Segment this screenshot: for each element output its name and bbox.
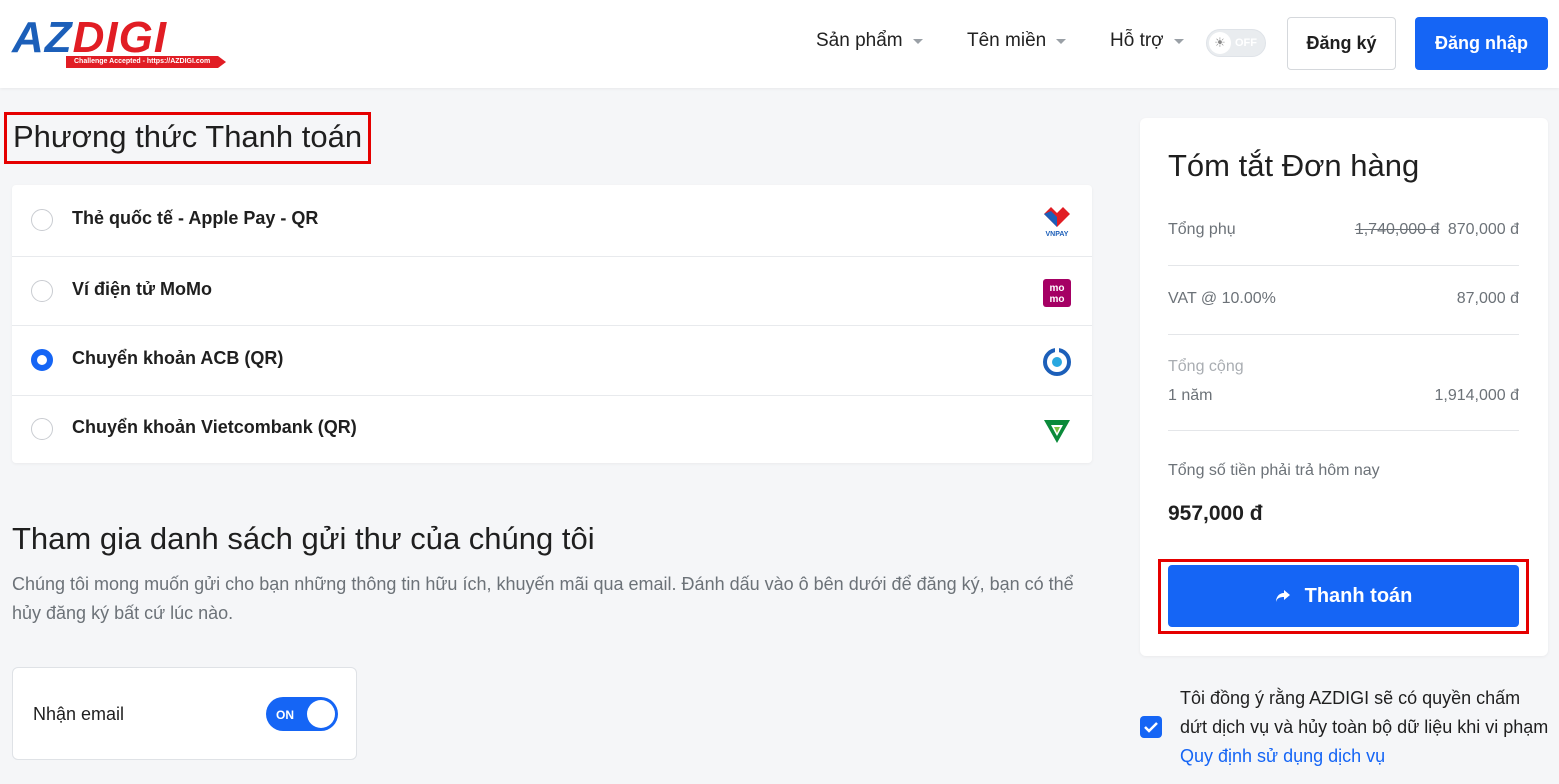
- total-label: Tổng cộng: [1168, 358, 1519, 376]
- order-summary-title: Tóm tắt Đơn hàng: [1168, 148, 1420, 183]
- mailing-list-description: Chúng tôi mong muốn gửi cho bạn những th…: [12, 574, 1074, 623]
- total-label-text: Tổng cộng: [1168, 358, 1244, 375]
- terms-text: Tôi đồng ý rằng AZDIGI sẽ có quyền chấm …: [1180, 688, 1549, 737]
- nav-products[interactable]: Sản phẩm: [816, 30, 923, 52]
- payment-option-acb[interactable]: Chuyển khoản ACB (QR): [12, 326, 1092, 396]
- share-arrow-icon: [1275, 590, 1290, 602]
- acb-icon: [1043, 348, 1071, 376]
- svg-text:mo: mo: [1050, 294, 1065, 305]
- switch-state-label: ON: [276, 708, 294, 722]
- switch-knob: [307, 700, 335, 728]
- billing-period-row: 1 năm 1,914,000 đ: [1168, 387, 1519, 405]
- radio-button[interactable]: [31, 418, 53, 440]
- vnpay-icon: VNPAY: [1044, 207, 1070, 238]
- due-today-amount: 957,000 đ: [1168, 502, 1263, 525]
- register-button[interactable]: Đăng ký: [1287, 17, 1396, 70]
- vat-row: VAT @ 10.00% 87,000 đ: [1168, 290, 1519, 308]
- payment-option-label: Thẻ quốc tế - Apple Pay - QR: [72, 208, 319, 228]
- checkout-button[interactable]: Thanh toán: [1168, 565, 1519, 627]
- payment-option-label: Ví điện tử MoMo: [72, 279, 213, 299]
- chevron-down-icon: [1173, 38, 1184, 44]
- divider: [1168, 265, 1519, 266]
- subtotal-row: Tổng phụ 1,740,000 đ 870,000 đ: [1168, 221, 1519, 239]
- momo-icon: mo mo: [1043, 279, 1071, 307]
- payment-option-vietcombank[interactable]: Chuyển khoản Vietcombank (QR): [12, 396, 1092, 463]
- azdigi-logo[interactable]: AZDIGI Challenge Accepted - https://AZDI…: [12, 14, 242, 72]
- nav-domains[interactable]: Tên miền: [967, 30, 1067, 52]
- divider: [1168, 334, 1519, 335]
- payment-option-vnpay[interactable]: Thẻ quốc tế - Apple Pay - QR VNPAY: [12, 185, 1092, 257]
- billing-period-label: 1 năm: [1168, 387, 1213, 404]
- logo-tagline: Challenge Accepted - https://AZDIGI.com: [66, 56, 227, 68]
- nav-products-label: Sản phẩm: [816, 30, 903, 51]
- subtotal-original-price: 1,740,000 đ: [1354, 221, 1440, 238]
- vat-value: 87,000 đ: [1456, 290, 1519, 307]
- nav-support-label: Hỗ trợ: [1110, 30, 1164, 51]
- vat-label: VAT @ 10.00%: [1168, 290, 1276, 307]
- vietcombank-icon: [1044, 420, 1070, 443]
- mailing-list-title: Tham gia danh sách gửi thư của chúng tôi: [12, 521, 595, 556]
- payment-methods-list: Thẻ quốc tế - Apple Pay - QR VNPAY Ví đi…: [12, 185, 1092, 463]
- email-optin-card: Nhận email ON: [12, 667, 357, 760]
- chevron-down-icon: [912, 38, 923, 44]
- site-header: AZDIGI Challenge Accepted - https://AZDI…: [0, 0, 1559, 88]
- checkout-button-label: Thanh toán: [1304, 584, 1413, 607]
- payment-title: Phương thức Thanh toán: [13, 119, 363, 154]
- svg-text:VNPAY: VNPAY: [1046, 231, 1069, 238]
- email-optin-label: Nhận email: [33, 704, 125, 724]
- radio-button[interactable]: [31, 209, 53, 231]
- dark-mode-toggle[interactable]: ☀ OFF: [1206, 29, 1266, 57]
- logo-wordmark: AZDIGI: [12, 13, 168, 62]
- radio-button-selected[interactable]: [31, 349, 53, 371]
- radio-button[interactable]: [31, 280, 53, 302]
- login-button[interactable]: Đăng nhập: [1415, 17, 1548, 70]
- toggle-state-label: OFF: [1235, 37, 1257, 49]
- email-optin-switch[interactable]: ON: [266, 697, 338, 731]
- subtotal-discounted-price: 870,000 đ: [1447, 221, 1519, 238]
- payment-title-highlight: Phương thức Thanh toán: [4, 112, 372, 164]
- svg-text:mo: mo: [1050, 283, 1065, 294]
- payment-option-momo[interactable]: Ví điện tử MoMo mo mo: [12, 257, 1092, 326]
- payment-option-label: Chuyển khoản ACB (QR): [72, 348, 284, 368]
- billing-period-value: 1,914,000 đ: [1434, 387, 1519, 404]
- terms-of-service-link[interactable]: Quy định sử dụng dịch vụ: [1180, 746, 1385, 766]
- checkmark-icon: [1144, 722, 1158, 733]
- nav-domains-label: Tên miền: [967, 30, 1047, 51]
- divider: [1168, 430, 1519, 431]
- payment-option-label: Chuyển khoản Vietcombank (QR): [72, 417, 357, 437]
- due-today-label: Tổng số tiền phải trả hôm nay: [1168, 462, 1519, 480]
- due-today-label-text: Tổng số tiền phải trả hôm nay: [1168, 462, 1380, 479]
- terms-agreement-text: Tôi đồng ý rằng AZDIGI sẽ có quyền chấm …: [1180, 684, 1550, 771]
- checkout-highlight: Thanh toán: [1158, 559, 1529, 634]
- chevron-down-icon: [1056, 38, 1067, 44]
- subtotal-label: Tổng phụ: [1168, 221, 1236, 238]
- nav-support[interactable]: Hỗ trợ: [1110, 30, 1184, 52]
- sun-icon: ☀: [1209, 32, 1231, 54]
- terms-checkbox[interactable]: [1140, 716, 1162, 738]
